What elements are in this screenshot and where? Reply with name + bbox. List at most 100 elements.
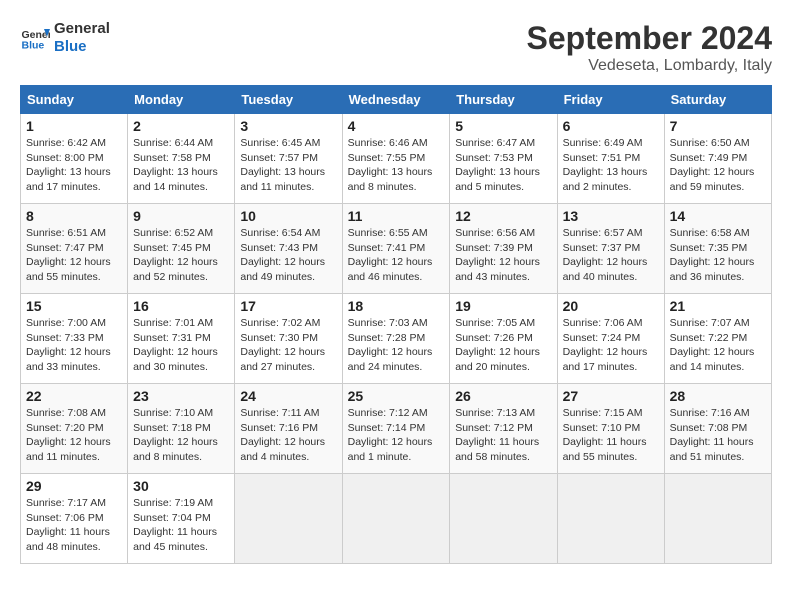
logo-icon: General Blue: [20, 23, 50, 53]
day-number: 20: [563, 298, 659, 314]
col-monday: Monday: [128, 86, 235, 114]
calendar-cell: 4 Sunrise: 6:46 AM Sunset: 7:55 PM Dayli…: [342, 114, 450, 204]
calendar-cell: 3 Sunrise: 6:45 AM Sunset: 7:57 PM Dayli…: [235, 114, 342, 204]
day-number: 10: [240, 208, 336, 224]
day-info: Sunrise: 7:17 AM Sunset: 7:06 PM Dayligh…: [26, 496, 122, 555]
calendar-cell: 13 Sunrise: 6:57 AM Sunset: 7:37 PM Dayl…: [557, 204, 664, 294]
week-row-2: 8 Sunrise: 6:51 AM Sunset: 7:47 PM Dayli…: [21, 204, 772, 294]
day-info: Sunrise: 6:55 AM Sunset: 7:41 PM Dayligh…: [348, 226, 445, 285]
day-info: Sunrise: 7:19 AM Sunset: 7:04 PM Dayligh…: [133, 496, 229, 555]
day-info: Sunrise: 6:56 AM Sunset: 7:39 PM Dayligh…: [455, 226, 551, 285]
day-info: Sunrise: 7:01 AM Sunset: 7:31 PM Dayligh…: [133, 316, 229, 375]
calendar-cell: [557, 474, 664, 564]
day-info: Sunrise: 7:10 AM Sunset: 7:18 PM Dayligh…: [133, 406, 229, 465]
day-number: 19: [455, 298, 551, 314]
calendar-cell: 19 Sunrise: 7:05 AM Sunset: 7:26 PM Dayl…: [450, 294, 557, 384]
day-info: Sunrise: 6:47 AM Sunset: 7:53 PM Dayligh…: [455, 136, 551, 195]
calendar-cell: 1 Sunrise: 6:42 AM Sunset: 8:00 PM Dayli…: [21, 114, 128, 204]
calendar-cell: [664, 474, 771, 564]
calendar-cell: 22 Sunrise: 7:08 AM Sunset: 7:20 PM Dayl…: [21, 384, 128, 474]
col-wednesday: Wednesday: [342, 86, 450, 114]
day-number: 16: [133, 298, 229, 314]
calendar-cell: 8 Sunrise: 6:51 AM Sunset: 7:47 PM Dayli…: [21, 204, 128, 294]
calendar-cell: 24 Sunrise: 7:11 AM Sunset: 7:16 PM Dayl…: [235, 384, 342, 474]
calendar-cell: 12 Sunrise: 6:56 AM Sunset: 7:39 PM Dayl…: [450, 204, 557, 294]
day-info: Sunrise: 7:03 AM Sunset: 7:28 PM Dayligh…: [348, 316, 445, 375]
calendar-cell: 21 Sunrise: 7:07 AM Sunset: 7:22 PM Dayl…: [664, 294, 771, 384]
day-info: Sunrise: 7:11 AM Sunset: 7:16 PM Dayligh…: [240, 406, 336, 465]
day-info: Sunrise: 6:57 AM Sunset: 7:37 PM Dayligh…: [563, 226, 659, 285]
day-number: 21: [670, 298, 766, 314]
day-info: Sunrise: 6:58 AM Sunset: 7:35 PM Dayligh…: [670, 226, 766, 285]
calendar-cell: 16 Sunrise: 7:01 AM Sunset: 7:31 PM Dayl…: [128, 294, 235, 384]
col-tuesday: Tuesday: [235, 86, 342, 114]
logo: General Blue General Blue: [20, 20, 110, 56]
calendar-cell: 30 Sunrise: 7:19 AM Sunset: 7:04 PM Dayl…: [128, 474, 235, 564]
day-info: Sunrise: 7:15 AM Sunset: 7:10 PM Dayligh…: [563, 406, 659, 465]
week-row-5: 29 Sunrise: 7:17 AM Sunset: 7:06 PM Dayl…: [21, 474, 772, 564]
col-thursday: Thursday: [450, 86, 557, 114]
day-info: Sunrise: 7:13 AM Sunset: 7:12 PM Dayligh…: [455, 406, 551, 465]
day-number: 22: [26, 388, 122, 404]
calendar-cell: 26 Sunrise: 7:13 AM Sunset: 7:12 PM Dayl…: [450, 384, 557, 474]
day-info: Sunrise: 6:54 AM Sunset: 7:43 PM Dayligh…: [240, 226, 336, 285]
col-friday: Friday: [557, 86, 664, 114]
calendar-cell: 25 Sunrise: 7:12 AM Sunset: 7:14 PM Dayl…: [342, 384, 450, 474]
day-info: Sunrise: 6:45 AM Sunset: 7:57 PM Dayligh…: [240, 136, 336, 195]
day-number: 29: [26, 478, 122, 494]
day-number: 1: [26, 118, 122, 134]
day-number: 26: [455, 388, 551, 404]
day-number: 11: [348, 208, 445, 224]
week-row-1: 1 Sunrise: 6:42 AM Sunset: 8:00 PM Dayli…: [21, 114, 772, 204]
month-title: September 2024: [527, 20, 772, 57]
day-info: Sunrise: 7:02 AM Sunset: 7:30 PM Dayligh…: [240, 316, 336, 375]
day-number: 28: [670, 388, 766, 404]
day-info: Sunrise: 7:08 AM Sunset: 7:20 PM Dayligh…: [26, 406, 122, 465]
day-number: 30: [133, 478, 229, 494]
day-info: Sunrise: 6:50 AM Sunset: 7:49 PM Dayligh…: [670, 136, 766, 195]
week-row-4: 22 Sunrise: 7:08 AM Sunset: 7:20 PM Dayl…: [21, 384, 772, 474]
calendar-cell: 9 Sunrise: 6:52 AM Sunset: 7:45 PM Dayli…: [128, 204, 235, 294]
day-number: 2: [133, 118, 229, 134]
day-info: Sunrise: 7:12 AM Sunset: 7:14 PM Dayligh…: [348, 406, 445, 465]
day-number: 3: [240, 118, 336, 134]
calendar-cell: 10 Sunrise: 6:54 AM Sunset: 7:43 PM Dayl…: [235, 204, 342, 294]
calendar-cell: 20 Sunrise: 7:06 AM Sunset: 7:24 PM Dayl…: [557, 294, 664, 384]
day-number: 13: [563, 208, 659, 224]
calendar-cell: 14 Sunrise: 6:58 AM Sunset: 7:35 PM Dayl…: [664, 204, 771, 294]
calendar-cell: 27 Sunrise: 7:15 AM Sunset: 7:10 PM Dayl…: [557, 384, 664, 474]
day-info: Sunrise: 7:07 AM Sunset: 7:22 PM Dayligh…: [670, 316, 766, 375]
calendar-cell: 11 Sunrise: 6:55 AM Sunset: 7:41 PM Dayl…: [342, 204, 450, 294]
calendar-cell: [450, 474, 557, 564]
day-number: 6: [563, 118, 659, 134]
calendar-cell: 23 Sunrise: 7:10 AM Sunset: 7:18 PM Dayl…: [128, 384, 235, 474]
calendar-cell: [235, 474, 342, 564]
location: Vedeseta, Lombardy, Italy: [527, 57, 772, 75]
day-info: Sunrise: 6:52 AM Sunset: 7:45 PM Dayligh…: [133, 226, 229, 285]
page-header: General Blue General Blue September 2024…: [20, 20, 772, 75]
day-number: 18: [348, 298, 445, 314]
day-number: 27: [563, 388, 659, 404]
day-number: 8: [26, 208, 122, 224]
calendar-cell: 6 Sunrise: 6:49 AM Sunset: 7:51 PM Dayli…: [557, 114, 664, 204]
day-number: 17: [240, 298, 336, 314]
calendar-cell: 28 Sunrise: 7:16 AM Sunset: 7:08 PM Dayl…: [664, 384, 771, 474]
day-info: Sunrise: 6:44 AM Sunset: 7:58 PM Dayligh…: [133, 136, 229, 195]
day-info: Sunrise: 6:42 AM Sunset: 8:00 PM Dayligh…: [26, 136, 122, 195]
day-number: 4: [348, 118, 445, 134]
day-number: 14: [670, 208, 766, 224]
day-info: Sunrise: 7:05 AM Sunset: 7:26 PM Dayligh…: [455, 316, 551, 375]
day-number: 9: [133, 208, 229, 224]
day-number: 24: [240, 388, 336, 404]
day-number: 12: [455, 208, 551, 224]
calendar-cell: 29 Sunrise: 7:17 AM Sunset: 7:06 PM Dayl…: [21, 474, 128, 564]
day-info: Sunrise: 7:06 AM Sunset: 7:24 PM Dayligh…: [563, 316, 659, 375]
day-info: Sunrise: 7:16 AM Sunset: 7:08 PM Dayligh…: [670, 406, 766, 465]
col-saturday: Saturday: [664, 86, 771, 114]
calendar-cell: 15 Sunrise: 7:00 AM Sunset: 7:33 PM Dayl…: [21, 294, 128, 384]
calendar-cell: 17 Sunrise: 7:02 AM Sunset: 7:30 PM Dayl…: [235, 294, 342, 384]
calendar-cell: [342, 474, 450, 564]
day-info: Sunrise: 6:49 AM Sunset: 7:51 PM Dayligh…: [563, 136, 659, 195]
calendar-cell: 7 Sunrise: 6:50 AM Sunset: 7:49 PM Dayli…: [664, 114, 771, 204]
day-number: 5: [455, 118, 551, 134]
